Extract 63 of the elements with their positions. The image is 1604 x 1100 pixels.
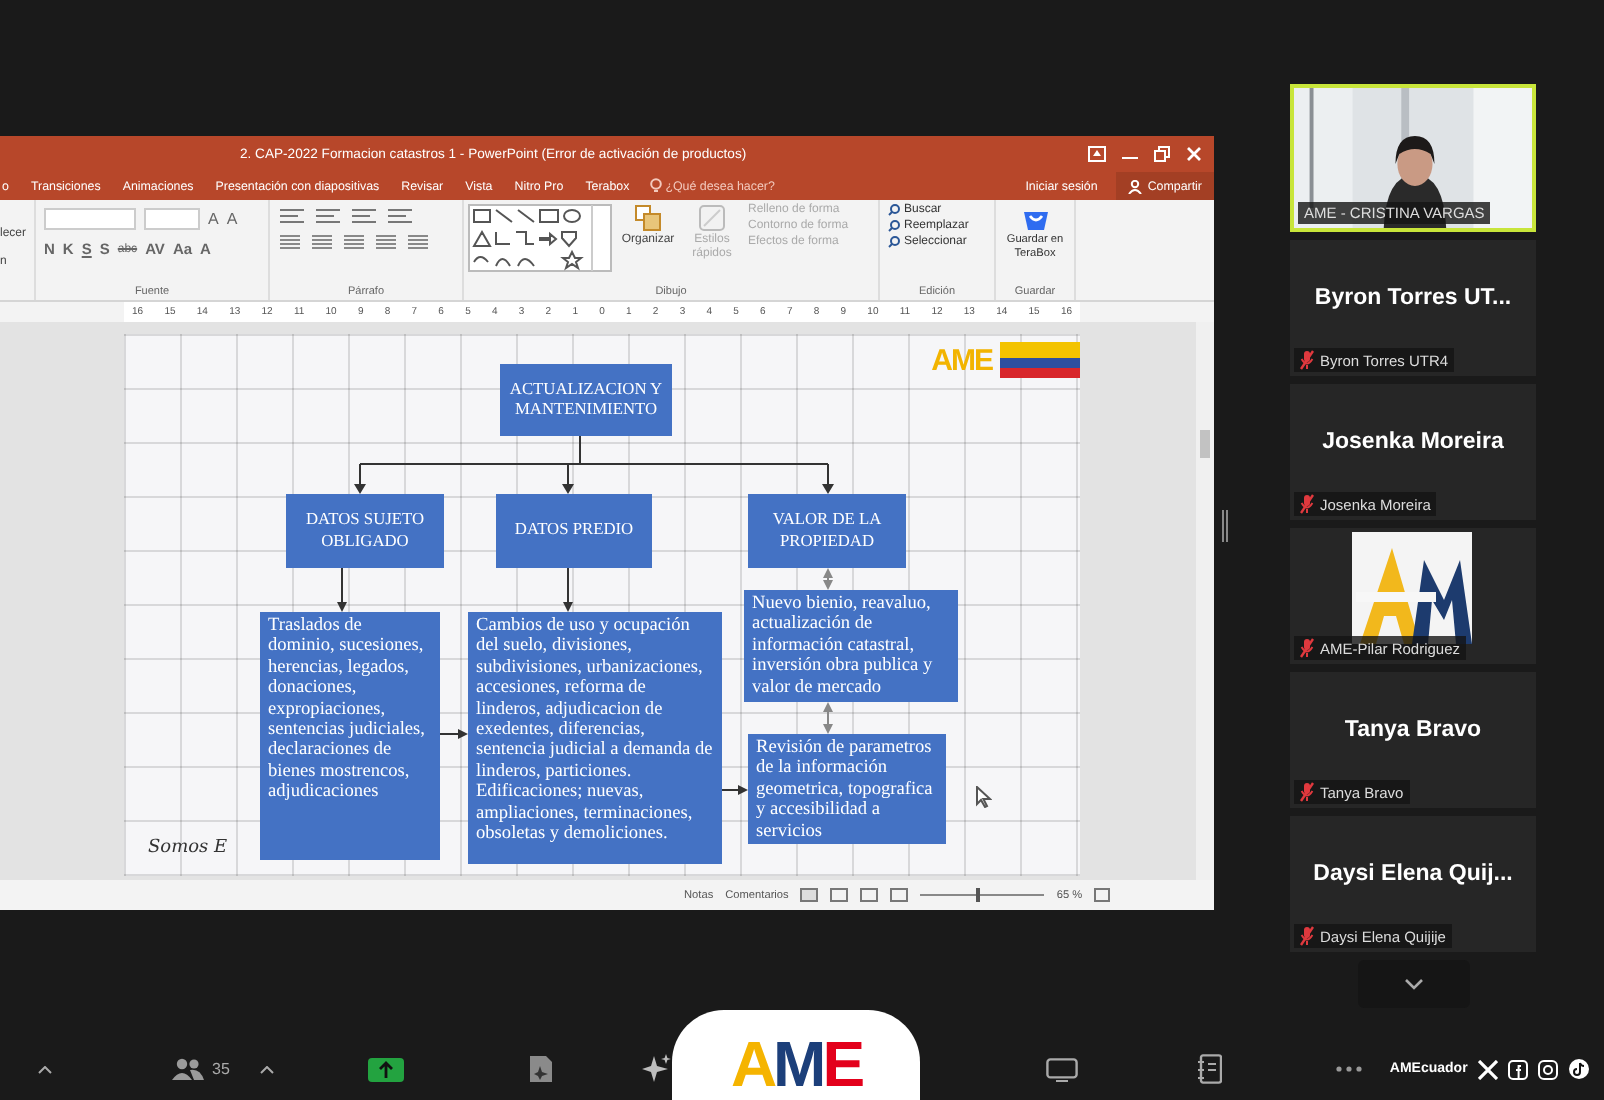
diagram-box: DATOS PREDIO xyxy=(496,494,652,568)
shapes-gallery[interactable] xyxy=(468,204,612,272)
cursor-icon xyxy=(976,786,992,808)
sparkle-icon[interactable] xyxy=(641,1054,672,1084)
font-name-field[interactable] xyxy=(44,208,136,230)
connector-arrow xyxy=(439,729,468,739)
editing-icon xyxy=(888,204,900,216)
align-icon[interactable] xyxy=(342,234,366,250)
signature: Somos E xyxy=(148,838,228,858)
screen-icon[interactable] xyxy=(1045,1057,1078,1081)
cloud-box-icon xyxy=(1021,208,1049,232)
participant-count: 35 xyxy=(212,1060,230,1078)
notebook-icon[interactable] xyxy=(1197,1054,1222,1084)
align-icon[interactable] xyxy=(310,234,334,250)
paragraph-icon[interactable] xyxy=(278,208,306,224)
ribbon-display-icon[interactable] xyxy=(1088,146,1106,162)
editing-icon xyxy=(888,236,900,248)
slide-logo: AME xyxy=(931,342,1080,378)
connector-arrow xyxy=(823,702,833,734)
connector-arrow xyxy=(823,568,833,590)
tiktok-icon xyxy=(1567,1058,1590,1080)
caret-up-icon[interactable] xyxy=(38,1065,52,1073)
font-size-button[interactable]: A xyxy=(208,210,219,228)
font-size-button[interactable]: A xyxy=(226,210,238,228)
diagram-box: Cambios de uso y ocupación del suelo, divisiones, subdivisiones, urbanizaciones, accesiones, reforma de linderos, adjudicacion de exedentes, diferencias, sentencia judicial a demanda de linderos, particiones. Edificaciones; nuevas, ampliaciones, terminaciones, obsoletas y demoliciones. xyxy=(468,612,722,864)
person-icon xyxy=(1127,179,1142,193)
brand-logo: AME xyxy=(672,1010,920,1100)
paragraph-icon[interactable] xyxy=(386,208,414,224)
connector-arrow xyxy=(563,567,573,612)
people-icon[interactable] xyxy=(172,1058,204,1080)
restore-icon[interactable] xyxy=(1154,146,1170,162)
close-icon[interactable] xyxy=(1186,146,1202,162)
share-screen-icon[interactable] xyxy=(367,1057,404,1081)
participant-name: Byron Torres UT... xyxy=(1314,286,1512,310)
paragraph-icon[interactable] xyxy=(314,208,342,224)
flag-stripes-icon xyxy=(1000,342,1080,378)
lightbulb-icon xyxy=(649,178,662,194)
fit-slide-icon[interactable] xyxy=(1094,888,1111,902)
align-icon[interactable] xyxy=(406,234,430,250)
diagram-box: VALOR DE LA PROPIEDAD xyxy=(748,494,906,568)
chevron-down-icon xyxy=(1404,978,1424,990)
participant-name: Tanya Bravo xyxy=(1344,718,1482,742)
document-sparkle-icon[interactable] xyxy=(527,1054,554,1084)
font-size-field[interactable] xyxy=(144,208,200,230)
connector-arrow xyxy=(721,785,748,795)
align-icon[interactable] xyxy=(374,234,398,250)
facebook-icon xyxy=(1507,1059,1528,1079)
x-logo-icon xyxy=(1477,1059,1498,1079)
connector-arrow xyxy=(337,567,347,612)
instagram-icon xyxy=(1537,1059,1558,1079)
diagram-box: Revisión de parametros de la información geometrica, topografica y accesibilidad a servicios xyxy=(748,734,946,844)
paragraph-icon[interactable] xyxy=(350,208,378,224)
editing-icon xyxy=(888,220,900,232)
participant-name: Josenka Moreira xyxy=(1322,430,1504,454)
diagram-box: Traslados de dominio, sucesiones, herencias, legados, donaciones, expropiaciones, sentencias judiciales, declaraciones de bienes mostrencos, adjudicaciones xyxy=(260,612,440,860)
participant-name: Daysi Elena Quij... xyxy=(1313,862,1513,886)
diagram-box: ACTUALIZACION Y MANTENIMIENTO xyxy=(500,364,672,436)
caret-up-icon[interactable] xyxy=(259,1065,274,1073)
resize-handle-icon[interactable] xyxy=(1222,510,1228,542)
diagram-box: Nuevo bienio, reavaluo, actualización de información catastral, inversión obra publica y valor de mercado xyxy=(744,590,958,702)
diagram-box: DATOS SUJETO OBLIGADO xyxy=(286,494,444,568)
more-icon[interactable] xyxy=(1335,1066,1362,1072)
align-icon[interactable] xyxy=(278,234,302,250)
